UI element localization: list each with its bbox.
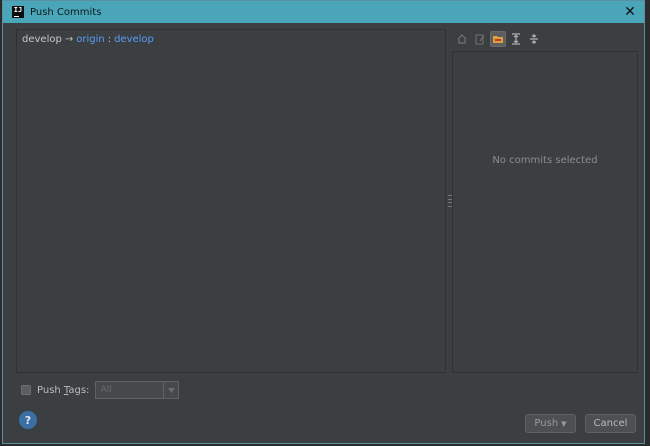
empty-state-text: No commits selected [492, 154, 598, 166]
remote-branch-link[interactable]: develop [114, 34, 154, 45]
folder-icon[interactable] [490, 31, 506, 47]
chevron-down-icon[interactable] [163, 382, 178, 398]
commit-details-panel: No commits selected [452, 51, 638, 373]
push-button-label: Push [534, 418, 559, 429]
commits-tree-panel[interactable]: develop → origin : develop [16, 29, 446, 373]
edit-icon[interactable] [472, 31, 488, 47]
remote-separator: : [107, 34, 112, 45]
tags-combo-box[interactable]: All [95, 381, 180, 399]
dropdown-caret-icon[interactable]: ▼ [561, 420, 566, 428]
home-icon[interactable] [454, 31, 470, 47]
help-button[interactable]: ? [19, 411, 37, 429]
cancel-button[interactable]: Cancel [585, 414, 636, 433]
details-toolbar [454, 30, 542, 48]
remote-name-link[interactable]: origin [76, 34, 104, 45]
intellij-app-icon: IJ [12, 6, 24, 18]
arrow-icon: → [64, 34, 74, 45]
push-commits-dialog: IJ Push Commits ✕ develop → origin : dev… [2, 0, 645, 444]
push-tags-label-prefix: Push [37, 384, 64, 396]
close-icon[interactable]: ✕ [622, 4, 638, 20]
push-tags-label-suffix: ags: [68, 384, 90, 396]
push-tags-row: Push Tags: All [21, 381, 180, 399]
tags-combo-value: All [100, 385, 112, 395]
local-branch-label: develop [22, 34, 62, 45]
window-title: Push Commits [30, 6, 102, 18]
push-button[interactable]: Push ▼ [525, 414, 576, 433]
branch-mapping: develop → origin : develop [22, 34, 154, 45]
expand-all-icon[interactable] [508, 31, 524, 47]
collapse-all-icon[interactable] [526, 31, 542, 47]
push-tags-checkbox[interactable] [21, 385, 31, 395]
title-bar[interactable]: IJ Push Commits ✕ [3, 1, 644, 23]
push-tags-label: Push Tags: [37, 385, 89, 396]
